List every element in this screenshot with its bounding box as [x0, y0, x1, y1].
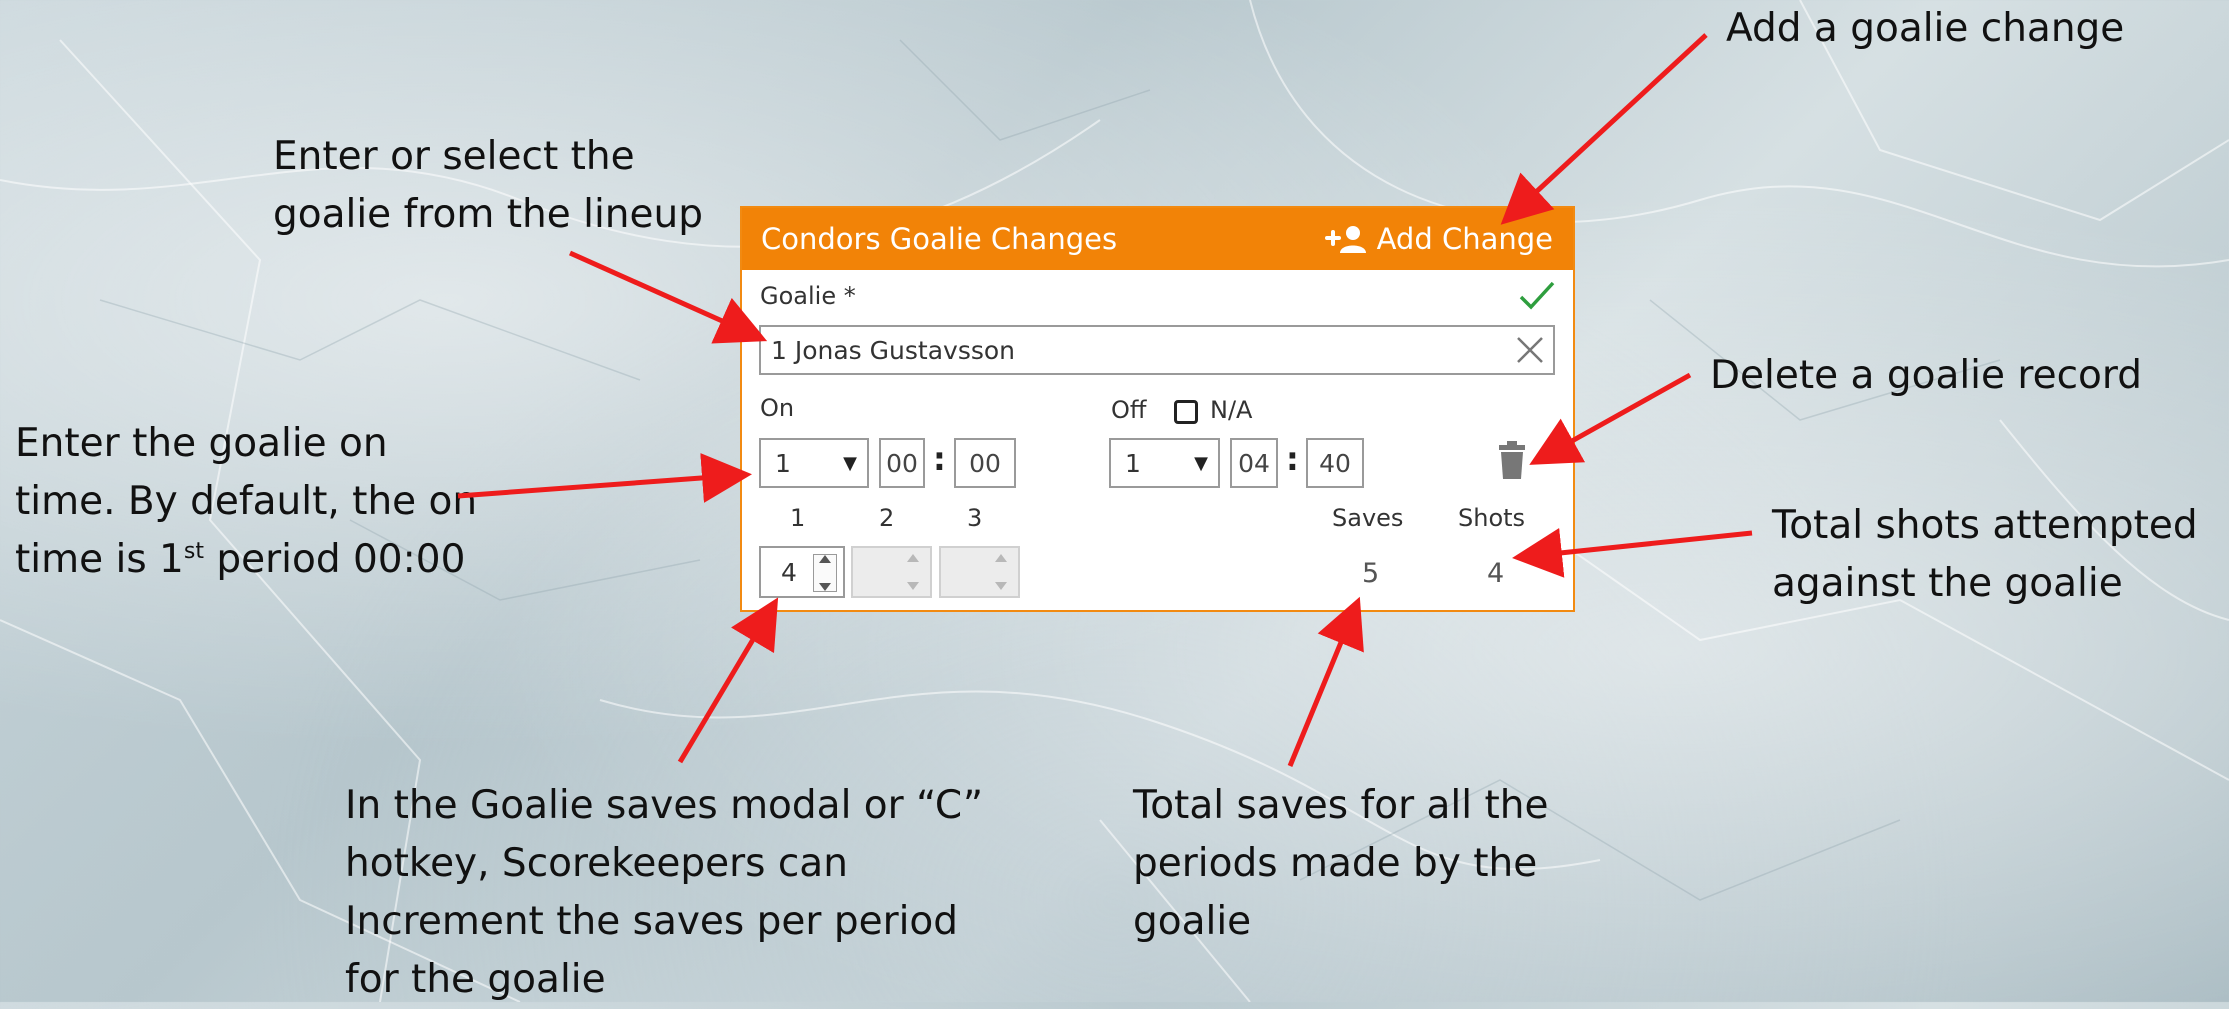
annotation-line: Total shots attempted [1772, 503, 2198, 548]
annotation-line: Total saves for all the [1133, 783, 1549, 828]
panel-title: Condors Goalie Changes [761, 222, 1118, 256]
off-period-value: 1 [1125, 448, 1141, 478]
na-label: N/A [1210, 396, 1253, 424]
stepper-arrows [902, 554, 924, 590]
chevron-up-icon[interactable] [819, 555, 831, 563]
annotation-delete-record: Delete a goalie record [1710, 353, 2142, 398]
period-3-header: 3 [967, 504, 983, 532]
period-2-saves-stepper[interactable] [851, 546, 932, 598]
on-label: On [760, 394, 795, 422]
annotation-line: goalie from the lineup [273, 192, 703, 237]
annotation-saves-modal: In the Goalie saves modal or “C” hotkey,… [345, 777, 983, 1009]
annotation-line: Increment the saves per period [345, 899, 959, 944]
goalie-changes-panel: Condors Goalie Changes Add Change Goalie… [740, 206, 1575, 612]
annotation-line: time. By default, the on [15, 479, 478, 524]
off-label: Off [1111, 396, 1147, 424]
on-minutes-input[interactable]: 00 [879, 438, 925, 488]
trash-icon[interactable] [1496, 440, 1528, 480]
shots-header: Shots [1458, 504, 1526, 532]
chevron-down-icon[interactable] [819, 583, 831, 591]
chevron-up-icon [907, 554, 919, 562]
na-checkbox[interactable] [1174, 400, 1198, 424]
clear-icon[interactable] [1513, 333, 1547, 367]
panel-header: Condors Goalie Changes Add Change [742, 208, 1573, 270]
on-period-value: 1 [775, 448, 791, 478]
annotation-line: time is 1st period 00:00 [15, 537, 466, 582]
add-change-label: Add Change [1376, 222, 1553, 256]
annotation-line: In the Goalie saves modal or “C” [345, 783, 984, 828]
period-1-saves-stepper[interactable]: 4 [759, 546, 845, 598]
shots-total: 4 [1487, 558, 1505, 589]
chevron-down-icon: ▼ [1194, 453, 1208, 474]
add-change-button[interactable]: Add Change [1323, 222, 1553, 256]
add-user-icon [1324, 226, 1366, 253]
on-time-colon: : [933, 440, 946, 478]
off-minutes-input[interactable]: 04 [1230, 438, 1278, 488]
chevron-down-icon [995, 582, 1007, 590]
chevron-down-icon [907, 582, 919, 590]
annotation-shots: Total shots attempted against the goalie [1772, 497, 2198, 613]
period-2-header: 2 [879, 504, 895, 532]
stepper-arrows [990, 554, 1012, 590]
annotation-line: against the goalie [1772, 561, 2123, 606]
annotation-line: goalie [1133, 899, 1252, 944]
annotation-line: Enter the goalie on [15, 421, 388, 466]
annotation-line: hotkey, Scorekeepers can [345, 841, 848, 886]
annotation-line: periods made by the [1133, 841, 1538, 886]
saves-total: 5 [1362, 558, 1380, 589]
off-time-colon: : [1286, 440, 1299, 478]
on-seconds-input[interactable]: 00 [954, 438, 1016, 488]
on-period-select[interactable]: 1 ▼ [759, 438, 869, 488]
annotation-select-goalie: Enter or select the goalie from the line… [273, 128, 703, 244]
annotation-line: Enter or select the [273, 134, 635, 179]
annotation-add-change: Add a goalie change [1726, 6, 2125, 51]
off-seconds-input[interactable]: 40 [1306, 438, 1364, 488]
goalie-input[interactable]: 1 Jonas Gustavsson [759, 325, 1555, 375]
check-icon [1519, 281, 1555, 310]
off-period-select[interactable]: 1 ▼ [1109, 438, 1220, 488]
period-1-saves-value: 4 [781, 557, 797, 587]
goalie-input-value: 1 Jonas Gustavsson [771, 335, 1016, 365]
period-3-saves-stepper[interactable] [939, 546, 1020, 598]
chevron-down-icon: ▼ [843, 453, 857, 474]
goalie-label: Goalie * [760, 282, 856, 310]
saves-header: Saves [1332, 504, 1404, 532]
stepper-arrows[interactable] [813, 554, 837, 592]
annotation-line: for the goalie [345, 957, 606, 1002]
chevron-up-icon [995, 554, 1007, 562]
annotation-on-time: Enter the goalie on time. By default, th… [15, 415, 477, 589]
annotation-saves-total: Total saves for all the periods made by … [1133, 777, 1548, 951]
period-1-header: 1 [790, 504, 806, 532]
